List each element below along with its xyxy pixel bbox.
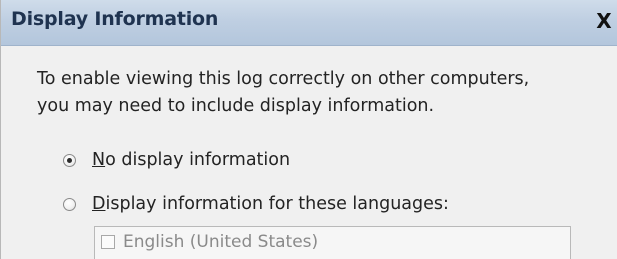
dialog-title: Display Information bbox=[11, 8, 219, 30]
language-list[interactable]: English (United States) bbox=[94, 226, 571, 259]
language-item-english-us[interactable]: English (United States) bbox=[101, 231, 318, 253]
display-information-languages-label[interactable]: Display information for these languages: bbox=[92, 194, 449, 214]
no-display-information-radio[interactable] bbox=[63, 153, 76, 167]
intro-line-2: you may need to include display informat… bbox=[37, 96, 435, 116]
no-display-information-text: o display information bbox=[105, 150, 291, 170]
display-information-languages-radio[interactable] bbox=[63, 197, 76, 211]
english-us-checkbox[interactable] bbox=[101, 235, 115, 249]
mnemonic-d: D bbox=[92, 194, 106, 214]
display-information-dialog: Display Information X To enable viewing … bbox=[0, 0, 617, 259]
no-display-information-option[interactable]: No display information bbox=[63, 147, 290, 173]
intro-text: To enable viewing this log correctly on … bbox=[37, 66, 597, 120]
close-icon: X bbox=[596, 9, 612, 33]
no-display-information-label[interactable]: No display information bbox=[92, 150, 290, 170]
display-information-languages-text: isplay information for these languages: bbox=[105, 194, 449, 214]
display-information-languages-option[interactable]: Display information for these languages: bbox=[63, 191, 449, 217]
mnemonic-n: N bbox=[92, 150, 106, 170]
intro-line-1: To enable viewing this log correctly on … bbox=[37, 69, 530, 89]
english-us-label: English (United States) bbox=[123, 232, 319, 252]
close-button[interactable]: X bbox=[593, 10, 615, 32]
title-bar[interactable]: Display Information X bbox=[1, 0, 617, 46]
